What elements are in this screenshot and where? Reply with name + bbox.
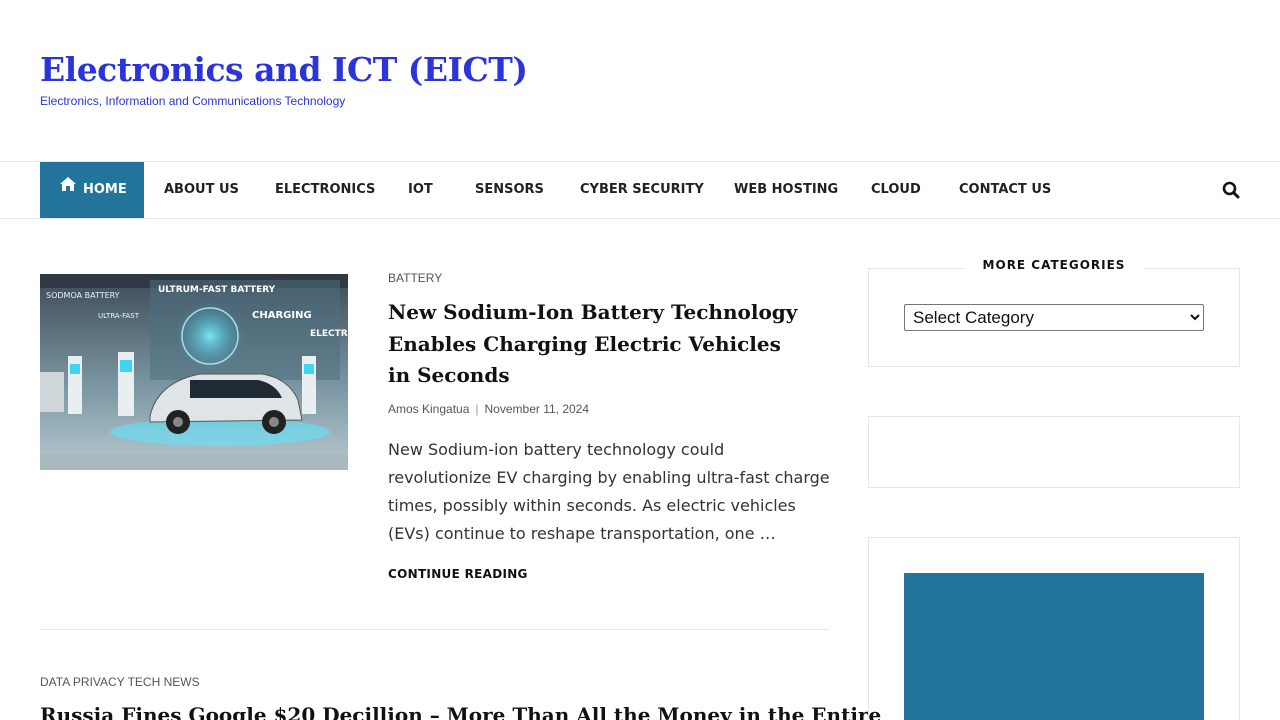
- post-category[interactable]: Battery: [388, 271, 442, 285]
- nav-item-home[interactable]: Home: [40, 162, 144, 218]
- nav-item-web-hosting[interactable]: Web Hosting: [734, 162, 838, 218]
- nav-item-contact-us[interactable]: Contact Us: [959, 162, 1051, 218]
- meta-separator: |: [475, 402, 479, 416]
- image-text: ULTRA-FAST: [98, 312, 140, 320]
- widget-title: More Categories: [964, 258, 1144, 272]
- post-meta: Amos Kingatua | November 11, 2024: [388, 402, 589, 416]
- post-divider: [40, 629, 829, 630]
- ad-widget: [868, 537, 1240, 720]
- advertisement-banner[interactable]: [904, 573, 1204, 720]
- site-title[interactable]: Electronics and ICT (EICT): [40, 50, 528, 89]
- post-title[interactable]: New Sodium-Ion Battery Technology Enable…: [388, 297, 808, 392]
- post-date[interactable]: November 11, 2024: [485, 402, 590, 416]
- post-author[interactable]: Amos Kingatua: [388, 402, 469, 416]
- image-text: SODMOA BATTERY: [46, 291, 120, 300]
- post-title[interactable]: Russia Fines Google $20 Decillion – More…: [40, 700, 881, 720]
- nav-item-iot[interactable]: IOT: [408, 162, 433, 218]
- nav-item-cyber-security[interactable]: Cyber Security: [580, 162, 704, 218]
- post-excerpt: New Sodium-ion battery technology could …: [388, 440, 830, 543]
- empty-widget: [868, 416, 1240, 488]
- category-select[interactable]: Select Category: [904, 304, 1204, 331]
- nav-item-about-us[interactable]: About Us: [164, 162, 239, 218]
- nav-item-label: Home: [83, 182, 127, 197]
- image-text: ULTRUM-FAST BATTERY: [158, 285, 276, 295]
- home-icon: [60, 160, 76, 216]
- categories-widget: More Categories Select Category: [868, 258, 1240, 367]
- nav-item-sensors[interactable]: Sensors: [475, 162, 544, 218]
- continue-reading-link[interactable]: Continue Reading: [388, 567, 528, 581]
- nav-item-cloud[interactable]: Cloud: [871, 162, 921, 218]
- post-thumbnail[interactable]: SODMOA BATTERY ULTRUM-FAST BATTERY CHARG…: [40, 274, 348, 470]
- nav-item-electronics[interactable]: Electronics: [275, 162, 375, 218]
- search-icon[interactable]: [1222, 181, 1242, 201]
- site-description: Electronics, Information and Communicati…: [40, 94, 346, 108]
- post-category[interactable]: Data Privacy Tech News: [40, 675, 200, 689]
- main-navigation: Home About Us Electronics IOT Sensors Cy…: [0, 161, 1280, 219]
- image-text: CHARGING: [252, 310, 312, 321]
- image-text: ELECTR VEHICL: [310, 329, 348, 339]
